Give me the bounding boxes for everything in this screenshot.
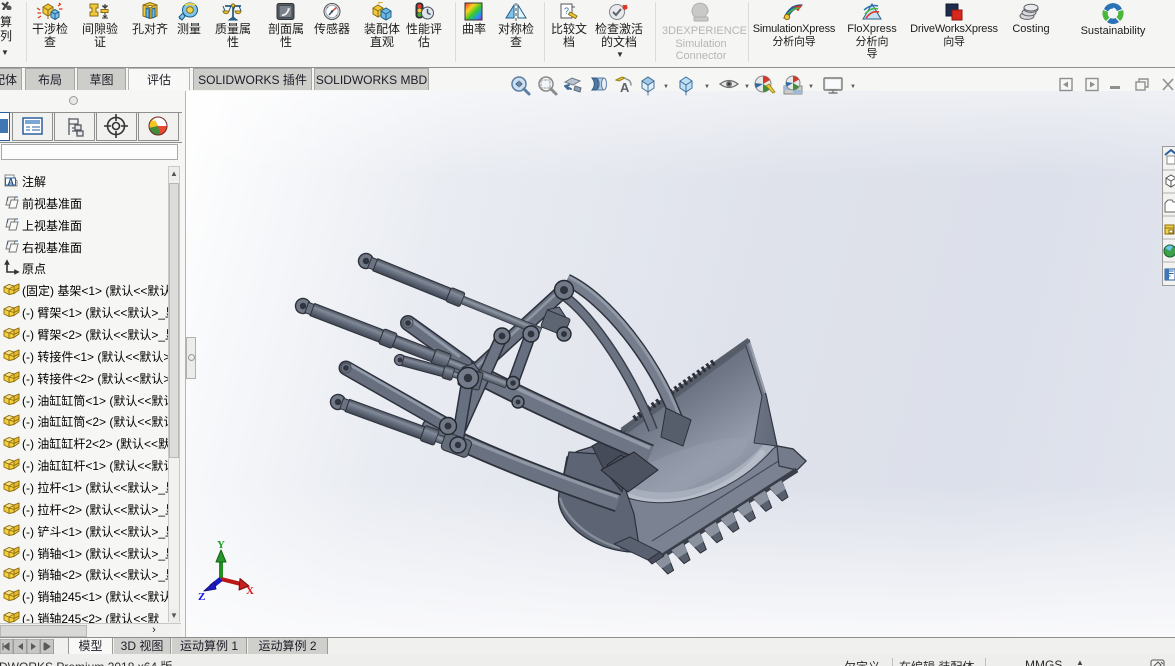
svg-text:▼: ▼ [850, 84, 856, 90]
svg-text:Y: Y [217, 539, 225, 551]
svg-text:▼: ▼ [744, 84, 750, 90]
svg-text:▼: ▼ [808, 84, 814, 90]
svg-text:A: A [8, 177, 15, 187]
svg-text:A: A [620, 80, 630, 95]
svg-text:▼: ▼ [704, 84, 710, 90]
svg-text:X: X [246, 585, 254, 597]
svg-text:Z: Z [198, 591, 205, 603]
svg-text:▼: ▼ [663, 84, 669, 90]
